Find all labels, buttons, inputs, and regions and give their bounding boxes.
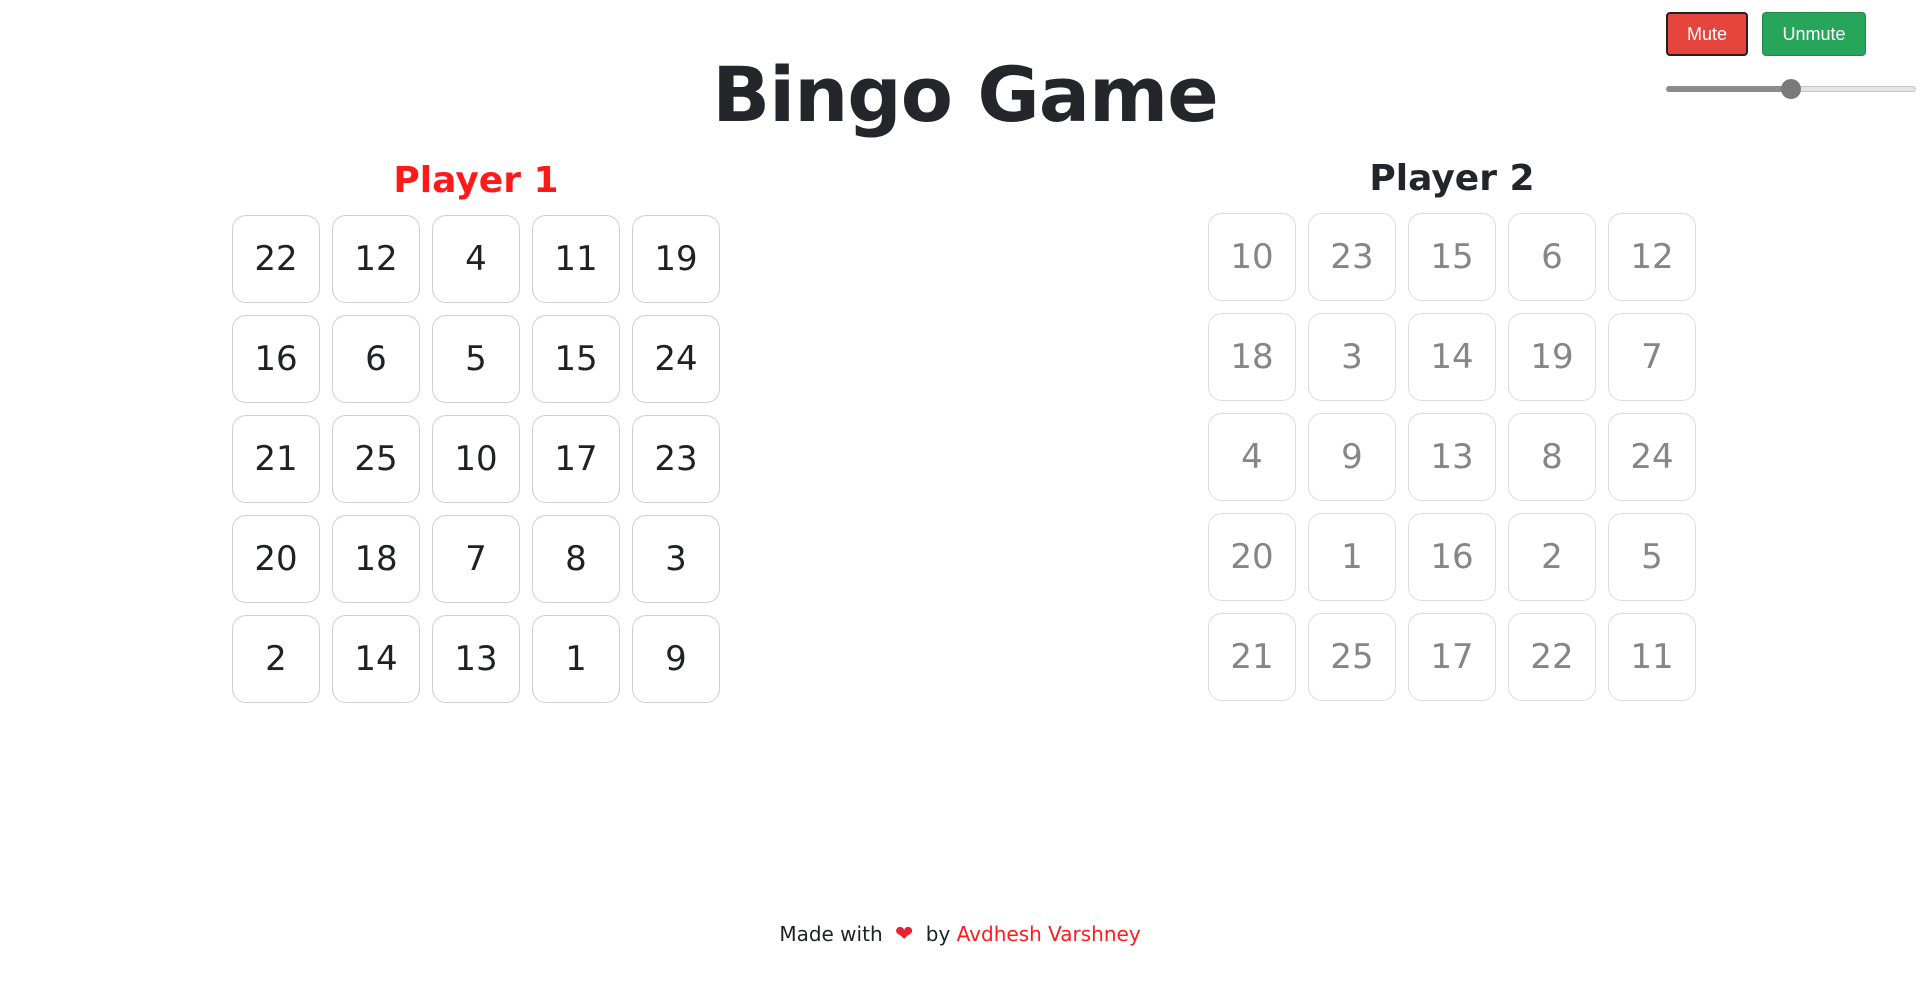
bingo-cell[interactable]: 24 xyxy=(1608,413,1696,501)
bingo-cell[interactable]: 22 xyxy=(232,215,320,303)
bingo-cell[interactable]: 18 xyxy=(332,515,420,603)
bingo-cell[interactable]: 12 xyxy=(1608,213,1696,301)
bingo-cell[interactable]: 9 xyxy=(632,615,720,703)
bingo-cell[interactable]: 18 xyxy=(1208,313,1296,401)
bingo-cell[interactable]: 21 xyxy=(1208,613,1296,701)
player-1-name: Player 1 xyxy=(393,160,559,201)
bingo-cell[interactable]: 10 xyxy=(432,415,520,503)
bingo-cell[interactable]: 17 xyxy=(532,415,620,503)
bingo-cell[interactable]: 6 xyxy=(1508,213,1596,301)
player-2-grid: 10 23 15 6 12 18 3 14 19 7 4 9 13 8 24 20 1 16 2 5 21 25 17 22 1… xyxy=(1202,213,1702,701)
player-2-name: Player 2 xyxy=(1369,158,1535,199)
bingo-cell[interactable]: 11 xyxy=(532,215,620,303)
bingo-cell[interactable]: 14 xyxy=(1408,313,1496,401)
player-2-board: Player 2 10 23 15 6 12 18 3 14 19 7 4 9 13 8 24 20 1 16 2 5… xyxy=(1202,158,1702,701)
bingo-cell[interactable]: 20 xyxy=(232,515,320,603)
bingo-cell[interactable]: 8 xyxy=(532,515,620,603)
bingo-cell[interactable]: 3 xyxy=(632,515,720,603)
bingo-cell[interactable]: 4 xyxy=(432,215,520,303)
bingo-cell[interactable]: 20 xyxy=(1208,513,1296,601)
bingo-cell[interactable]: 7 xyxy=(1608,313,1696,401)
bingo-cell[interactable]: 2 xyxy=(232,615,320,703)
heart-icon: ❤ xyxy=(894,922,914,947)
bingo-cell[interactable]: 3 xyxy=(1308,313,1396,401)
bingo-cell[interactable]: 17 xyxy=(1408,613,1496,701)
player-1-board: Player 1 22 12 4 11 19 16 6 5 15 24 21 25 10 17 23 20 18… xyxy=(226,160,726,703)
bingo-cell[interactable]: 5 xyxy=(432,315,520,403)
bingo-cell[interactable]: 1 xyxy=(1308,513,1396,601)
bingo-cell[interactable]: 25 xyxy=(332,415,420,503)
bingo-cell[interactable]: 15 xyxy=(1408,213,1496,301)
bingo-cell[interactable]: 11 xyxy=(1608,613,1696,701)
bingo-cell[interactable]: 19 xyxy=(632,215,720,303)
bingo-cell[interactable]: 15 xyxy=(532,315,620,403)
page-title: Bingo Game xyxy=(712,50,1219,139)
page: Mute Unmute Bingo Game Player 1 22 12 4 11 1… xyxy=(0,0,1920,984)
bingo-cell[interactable]: 19 xyxy=(1508,313,1596,401)
bingo-cell[interactable]: 8 xyxy=(1508,413,1596,501)
bingo-cell[interactable]: 5 xyxy=(1608,513,1696,601)
bingo-cell[interactable]: 25 xyxy=(1308,613,1396,701)
bingo-cell[interactable]: 1 xyxy=(532,615,620,703)
bingo-cell[interactable]: 10 xyxy=(1208,213,1296,301)
bingo-cell[interactable]: 16 xyxy=(232,315,320,403)
bingo-cell[interactable]: 4 xyxy=(1208,413,1296,501)
bingo-cell[interactable]: 16 xyxy=(1408,513,1496,601)
bingo-cell[interactable]: 2 xyxy=(1508,513,1596,601)
bingo-cell[interactable]: 13 xyxy=(1408,413,1496,501)
bingo-cell[interactable]: 6 xyxy=(332,315,420,403)
bingo-cell[interactable]: 9 xyxy=(1308,413,1396,501)
bingo-cell[interactable]: 24 xyxy=(632,315,720,403)
bingo-cell[interactable]: 23 xyxy=(632,415,720,503)
bingo-cell[interactable]: 14 xyxy=(332,615,420,703)
bingo-cell[interactable]: 22 xyxy=(1508,613,1596,701)
bingo-cell[interactable]: 23 xyxy=(1308,213,1396,301)
player-1-grid: 22 12 4 11 19 16 6 5 15 24 21 25 10 17 23 20 18 7 8 3 2 14 13 1… xyxy=(226,215,726,703)
footer: Made with ❤ by Avdhesh Varshney xyxy=(0,922,1920,947)
footer-made-with: Made with xyxy=(779,922,883,946)
footer-by: by xyxy=(925,922,951,946)
author-link[interactable]: Avdhesh Varshney xyxy=(957,922,1141,946)
bingo-cell[interactable]: 7 xyxy=(432,515,520,603)
bingo-cell[interactable]: 12 xyxy=(332,215,420,303)
bingo-cell[interactable]: 13 xyxy=(432,615,520,703)
bingo-cell[interactable]: 21 xyxy=(232,415,320,503)
